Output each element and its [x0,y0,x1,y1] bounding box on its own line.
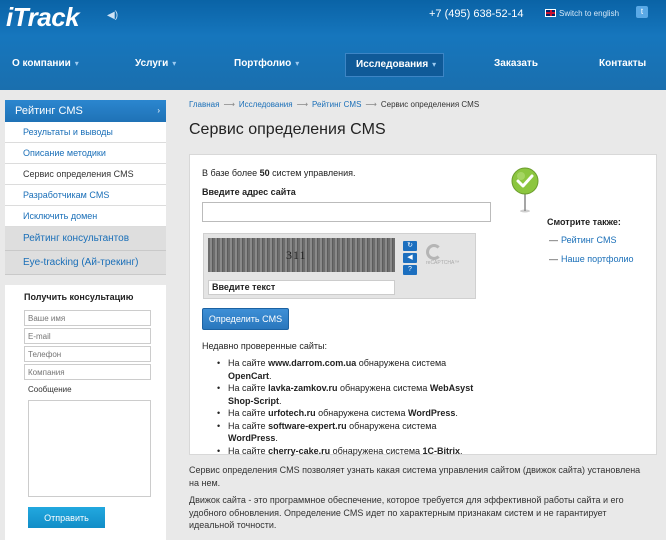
base-count-text: В базе более 50 систем управления. [202,168,356,178]
captcha-word: 311 [286,248,307,262]
site-url-input[interactable] [202,202,491,222]
nav-item-portfolio[interactable]: Портфолио ▾ [234,52,299,76]
consultation-title: Получить консультацию [24,292,134,302]
phone-input[interactable] [24,346,151,362]
message-textarea[interactable] [28,400,151,497]
switch-language-label: Switch to english [559,9,620,18]
email-input[interactable] [24,328,151,344]
sidebar-item-exclude-domain[interactable]: Исключить домен [5,206,166,227]
message-label: Сообщение [28,385,72,394]
sidebar-item-cms-detection[interactable]: Сервис определения CMS [5,164,166,185]
url-label: Введите адрес сайта [202,187,296,197]
help-icon[interactable]: ? [403,265,417,275]
list-item: На сайте lavka-zamkov.ru обнаружена сист… [217,382,488,407]
main-nav: О компании ▾ Услуги ▾ Портфолио ▾ Исследова… [0,52,666,77]
send-button[interactable]: Отправить [28,507,105,528]
list-item: На сайте urfotech.ru обнаружена система … [217,407,488,420]
name-input[interactable] [24,310,151,326]
twitter-icon[interactable]: t [636,6,648,18]
recent-list: На сайте www.darrom.com.ua обнаружена си… [217,357,488,458]
captcha-image: 311 [208,238,395,272]
audio-icon[interactable]: ◀ [403,253,417,263]
speaker-icon[interactable]: ◀) [107,10,118,21]
recent-title: Недавно проверенные сайты: [202,341,327,351]
refresh-icon[interactable]: ↻ [403,241,417,251]
recaptcha-icon [426,244,442,260]
see-also-portfolio[interactable]: — Наше портфолио [549,254,634,264]
breadcrumb-rating-cms[interactable]: Рейтинг CMS [312,100,361,109]
chevron-down-icon: ▾ [74,59,79,68]
breadcrumb-home[interactable]: Главная [189,100,219,109]
consultation-form: Получить консультацию Сообщение Отправит… [5,285,166,540]
breadcrumb-research[interactable]: Исследования [239,100,293,109]
site-link: urfotech.ru [268,408,316,418]
detect-cms-button[interactable]: Определить CMS [202,308,289,330]
location-pin-check-icon [511,167,539,213]
description-paragraph: Движок сайта - это программное обеспечен… [189,495,624,530]
nav-item-contacts[interactable]: Контакты [599,52,646,76]
list-item: На сайте www.darrom.com.ua обнаружена си… [217,357,488,382]
page-title: Сервис определения CMS [189,121,386,138]
switch-language-link[interactable]: Switch to english [545,9,619,18]
phone-number: +7 (495) 638-52-14 [429,8,524,20]
nav-item-research[interactable]: Исследования ▾ [345,53,444,77]
chevron-right-icon: › [157,106,160,115]
nav-item-order[interactable]: Заказать [494,52,538,76]
chevron-down-icon: ▾ [172,59,177,68]
sidebar-head-rating-cms[interactable]: Рейтинг CMS › [5,100,166,122]
sidebar: Рейтинг CMS › Результаты и выводы Описани… [5,100,166,275]
chevron-down-icon: ▾ [295,59,300,68]
see-also-title: Смотрите также: [547,217,621,227]
uk-flag-icon [545,9,556,17]
cms-detection-panel: В базе более 50 систем управления. Введи… [189,154,657,458]
list-item: На сайте software-expert.ru обнаружена с… [217,420,488,445]
site-link: cherry-cake.ru [268,445,331,456]
list-item: На сайте cherry-cake.ru обнаружена систе… [217,445,488,458]
description-paragraph: Сервис определения CMS позволяет узнать … [189,465,641,488]
see-also-rating-cms[interactable]: — Рейтинг CMS [549,235,617,245]
sidebar-section-eye-tracking[interactable]: Eye-tracking (Ай-трекинг) [5,251,166,275]
breadcrumb-current: Сервис определения CMS [380,100,480,109]
chevron-down-icon: ▾ [432,60,437,69]
sidebar-section-consultants[interactable]: Рейтинг консультантов [5,227,166,251]
captcha-widget: 311 Введите текст ↻ ◀ ? reCAPTCHA™ [203,233,476,299]
nav-item-services[interactable]: Услуги ▾ [135,52,176,76]
company-input[interactable] [24,364,151,380]
sidebar-item-results[interactable]: Результаты и выводы [5,122,166,143]
site-link: www.darrom.com.ua [268,358,357,368]
header: iTrack ◀) +7 (495) 638-52-14 Switch to e… [0,0,666,90]
breadcrumb: Главная ⟶ Исследования ⟶ Рейтинг CMS ⟶ Сервис … [189,100,480,109]
recaptcha-logo: reCAPTCHA™ [426,244,475,266]
site-link: lavka-zamkov.ru [268,383,338,393]
sidebar-item-methodology[interactable]: Описание методики [5,143,166,164]
site-link: software-expert.ru [268,420,347,431]
sidebar-item-developers[interactable]: Разработчикам CMS [5,185,166,206]
captcha-input[interactable]: Введите текст [208,280,395,295]
logo[interactable]: iTrack [6,2,80,33]
nav-item-about[interactable]: О компании ▾ [12,52,79,76]
